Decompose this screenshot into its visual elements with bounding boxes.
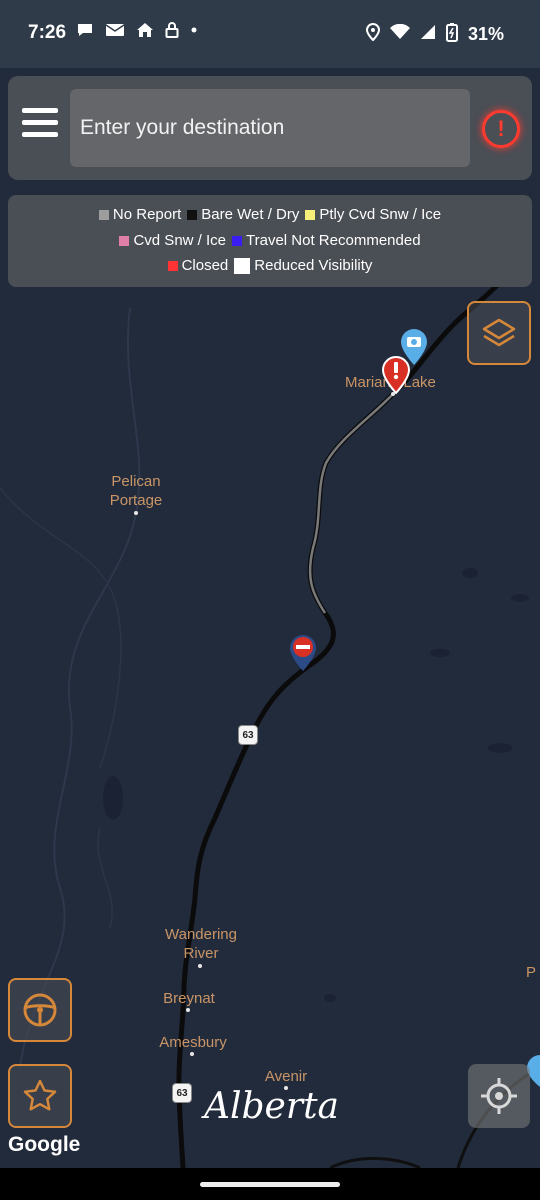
legend-label: Bare Wet / Dry bbox=[201, 206, 300, 223]
home-icon bbox=[136, 22, 154, 43]
place-label-wandering-river: Wandering River bbox=[165, 926, 237, 962]
alert-button[interactable]: ! bbox=[482, 110, 520, 148]
system-nav-bar bbox=[0, 1168, 540, 1200]
place-dot bbox=[198, 964, 202, 968]
battery-icon bbox=[445, 22, 458, 47]
location-icon bbox=[365, 22, 380, 46]
legend-row: No Report Bare Wet / Dry Ptly Cvd Snw / … bbox=[8, 206, 532, 223]
legend-item-travel-not-recommended: Travel Not Recommended bbox=[232, 232, 421, 249]
highway-shield: 63 bbox=[172, 1083, 192, 1103]
drive-mode-button[interactable] bbox=[8, 978, 72, 1042]
legend-label: Ptly Cvd Snw / Ice bbox=[319, 206, 442, 223]
legend-item-closed: Closed bbox=[167, 257, 229, 274]
layers-icon bbox=[482, 318, 516, 347]
place-dot bbox=[186, 1008, 190, 1012]
status-time: 7:26 bbox=[28, 22, 67, 43]
google-logo: Google bbox=[8, 1133, 81, 1156]
highway-shield: 63 bbox=[238, 725, 258, 745]
legend-swatch bbox=[305, 209, 316, 220]
legend-swatch bbox=[167, 260, 178, 271]
place-label-edge: P bbox=[526, 964, 537, 981]
legend-swatch bbox=[119, 235, 130, 246]
no-entry-icon bbox=[290, 635, 316, 671]
legend-row: Cvd Snw / Ice Travel Not Recommended bbox=[8, 232, 532, 249]
outlook-icon bbox=[105, 22, 125, 43]
legend-item-partly-covered: Ptly Cvd Snw / Ice bbox=[305, 206, 441, 223]
legend-row: Closed Reduced Visibility bbox=[8, 257, 532, 274]
legend-swatch bbox=[234, 257, 251, 274]
exclamation-icon bbox=[381, 355, 411, 395]
place-dot bbox=[190, 1052, 194, 1056]
legend-swatch bbox=[232, 235, 243, 246]
legend-swatch bbox=[98, 209, 109, 220]
legend-item-covered: Cvd Snw / Ice bbox=[119, 232, 226, 249]
place-dot bbox=[134, 511, 138, 515]
legend-swatch bbox=[187, 209, 198, 220]
legend-label: Closed bbox=[181, 257, 229, 274]
road-conditions-legend: No Report Bare Wet / Dry Ptly Cvd Snw / … bbox=[8, 195, 532, 287]
lock-icon bbox=[165, 22, 179, 43]
legend-label: Reduced Visibility bbox=[254, 257, 373, 274]
signal-icon bbox=[420, 24, 436, 45]
destination-input[interactable] bbox=[70, 89, 470, 167]
battery-percentage: 31% bbox=[467, 24, 504, 44]
alert-icon: ! bbox=[497, 116, 505, 141]
app-screen: 7:26 31% Pelican Portage Mariana Lake Wa… bbox=[0, 0, 540, 1200]
hamburger-icon bbox=[22, 108, 58, 113]
status-bar: 7:26 31% bbox=[0, 0, 540, 68]
dot-icon bbox=[190, 22, 198, 43]
place-label-amesbury: Amesbury bbox=[159, 1034, 227, 1051]
search-card: ! bbox=[8, 76, 532, 180]
layers-button[interactable] bbox=[467, 301, 531, 365]
notification-icons bbox=[76, 22, 198, 43]
legend-label: Travel Not Recommended bbox=[246, 232, 421, 249]
system-icons: 31% bbox=[365, 22, 504, 47]
legend-label: Cvd Snw / Ice bbox=[133, 232, 227, 249]
steering-wheel-icon bbox=[23, 993, 57, 1027]
place-label-breynat: Breynat bbox=[163, 990, 215, 1007]
my-location-button[interactable] bbox=[468, 1064, 530, 1128]
legend-item-reduced-visibility: Reduced Visibility bbox=[234, 257, 372, 274]
star-icon bbox=[23, 1079, 57, 1111]
legend-label: No Report bbox=[112, 206, 182, 223]
place-label-avenir: Avenir bbox=[264, 1068, 308, 1085]
favorites-button[interactable] bbox=[8, 1064, 72, 1128]
crosshair-icon bbox=[481, 1078, 517, 1114]
wifi-icon bbox=[389, 23, 410, 45]
legend-item-no-report: No Report bbox=[98, 206, 182, 223]
place-label-pelican-portage: Pelican Portage bbox=[109, 473, 163, 509]
menu-button[interactable] bbox=[22, 108, 58, 146]
chat-icon bbox=[76, 22, 94, 43]
lake bbox=[103, 776, 123, 820]
alberta-logo: Alberta bbox=[204, 1086, 339, 1127]
home-gesture-handle[interactable] bbox=[200, 1182, 340, 1187]
legend-item-bare-wet-dry: Bare Wet / Dry bbox=[187, 206, 299, 223]
